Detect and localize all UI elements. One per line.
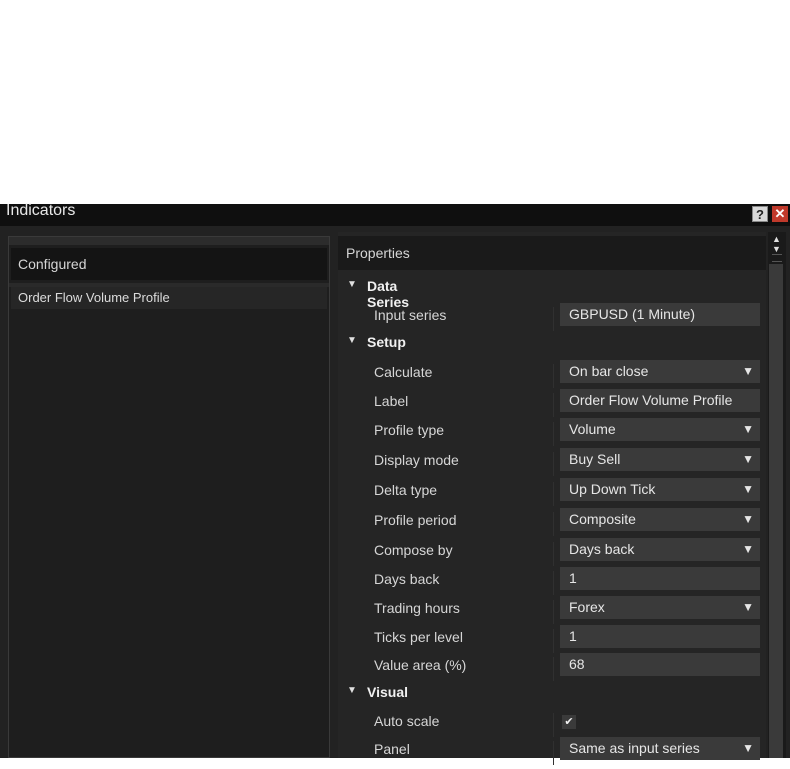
indicators-window: Indicators ? ✕ Configured Order Flow Vol… [0, 202, 790, 765]
profile-type-select[interactable]: Volume ▼ [560, 418, 760, 441]
properties-header: Properties [338, 236, 766, 270]
property-profile-type: Profile type Volume ▼ [338, 418, 766, 450]
category-label: Data Series [367, 278, 410, 310]
properties-scrollbar[interactable]: ▲ ▼ [768, 232, 786, 758]
property-profile-period: Profile period Composite ▼ [338, 508, 766, 540]
divider [553, 713, 554, 737]
field-value: Forex [569, 599, 605, 615]
field-value: Composite [569, 511, 636, 527]
property-panel: Panel Same as input series ▼ [338, 737, 766, 769]
field-value: Order Flow Volume Profile [569, 392, 733, 408]
category-label: Visual [367, 684, 408, 700]
property-label: Profile period [374, 512, 457, 528]
field-value: 68 [569, 656, 585, 672]
field-value: On bar close [569, 363, 649, 379]
divider [553, 452, 554, 476]
property-label: Display mode [374, 452, 459, 468]
chevron-down-icon[interactable]: ▼ [742, 737, 754, 760]
calculate-select[interactable]: On bar close ▼ [560, 360, 760, 383]
property-label: Value area (%) [374, 657, 467, 673]
property-label: Panel [374, 741, 410, 757]
chevron-down-icon[interactable]: ▼ [742, 360, 754, 383]
title-bar: Indicators ? ✕ [0, 202, 790, 226]
divider [553, 542, 554, 566]
divider [553, 600, 554, 624]
configured-item-order-flow-volume-profile[interactable]: Order Flow Volume Profile [11, 287, 327, 309]
label-field[interactable]: Order Flow Volume Profile [560, 389, 760, 412]
category-visual[interactable]: ▼ Visual [338, 684, 766, 713]
field-value: Days back [569, 541, 635, 557]
property-label: Ticks per level [374, 629, 463, 645]
configured-header: Configured [11, 248, 327, 280]
property-label: Trading hours [374, 600, 460, 616]
divider [553, 629, 554, 653]
field-value: Up Down Tick [569, 481, 656, 497]
property-label: Input series [374, 307, 447, 323]
property-input-series: Input series GBPUSD (1 Minute) [338, 303, 766, 335]
days-back-field[interactable]: 1 [560, 567, 760, 590]
field-value: Volume [569, 421, 616, 437]
property-display-mode: Display mode Buy Sell ▼ [338, 448, 766, 480]
trading-hours-select[interactable]: Forex ▼ [560, 596, 760, 619]
input-series-field[interactable]: GBPUSD (1 Minute) [560, 303, 760, 326]
auto-scale-checkbox[interactable]: ✔ [562, 715, 576, 729]
property-value-area: Value area (%) 68 [338, 653, 766, 685]
property-label: Label [374, 393, 409, 409]
field-value: 1 [569, 570, 577, 586]
collapse-arrow-icon[interactable]: ▼ [347, 335, 357, 346]
scroll-up-icon[interactable]: ▲ [772, 234, 781, 244]
property-compose-by: Compose by Days back ▼ [338, 538, 766, 570]
field-value: Same as input series [569, 740, 700, 756]
divider [553, 364, 554, 388]
property-label: Profile type [374, 422, 445, 438]
profile-period-select[interactable]: Composite ▼ [560, 508, 760, 531]
compose-by-select[interactable]: Days back ▼ [560, 538, 760, 561]
scroll-grip-icon[interactable] [772, 254, 782, 262]
divider [553, 657, 554, 681]
property-calculate: Calculate On bar close ▼ [338, 360, 766, 392]
window-title: Indicators [6, 202, 76, 219]
configured-panel: Configured Order Flow Volume Profile [8, 236, 330, 758]
field-value: GBPUSD (1 Minute) [569, 306, 696, 322]
chevron-down-icon[interactable]: ▼ [742, 478, 754, 501]
display-mode-select[interactable]: Buy Sell ▼ [560, 448, 760, 471]
scroll-down-icon[interactable]: ▼ [772, 244, 781, 254]
properties-panel: Properties ▼ Data Series Input series GB… [338, 232, 766, 765]
property-label: Compose by [374, 542, 453, 558]
property-trading-hours: Trading hours Forex ▼ [338, 596, 766, 628]
divider [553, 422, 554, 446]
property-label: Auto scale [374, 713, 440, 729]
divider [553, 393, 554, 417]
chevron-down-icon[interactable]: ▼ [742, 538, 754, 561]
collapse-arrow-icon[interactable]: ▼ [347, 685, 357, 696]
chevron-down-icon[interactable]: ▼ [742, 508, 754, 531]
divider [553, 741, 554, 765]
divider [553, 512, 554, 536]
property-label: Delta type [374, 482, 438, 498]
ticks-per-level-field[interactable]: 1 [560, 625, 760, 648]
collapse-arrow-icon[interactable]: ▼ [347, 279, 357, 290]
close-button[interactable]: ✕ [772, 206, 788, 222]
property-days-back: Days back 1 [338, 567, 766, 599]
value-area-field[interactable]: 68 [560, 653, 760, 676]
divider [553, 482, 554, 506]
chevron-down-icon[interactable]: ▼ [742, 448, 754, 471]
property-label: Days back [374, 571, 440, 587]
property-delta-type: Delta type Up Down Tick ▼ [338, 478, 766, 510]
panel-select[interactable]: Same as input series ▼ [560, 737, 760, 760]
property-label: Calculate [374, 364, 433, 380]
field-value: Buy Sell [569, 451, 621, 467]
field-value: 1 [569, 628, 577, 644]
chevron-down-icon[interactable]: ▼ [742, 596, 754, 619]
divider [553, 571, 554, 595]
scroll-thumb[interactable] [769, 264, 783, 758]
category-label: Setup [367, 334, 406, 350]
chevron-down-icon[interactable]: ▼ [742, 418, 754, 441]
panel-strip [9, 237, 329, 245]
help-button[interactable]: ? [752, 206, 768, 222]
delta-type-select[interactable]: Up Down Tick ▼ [560, 478, 760, 501]
property-label-row: Label Order Flow Volume Profile [338, 389, 766, 421]
divider [553, 307, 554, 331]
category-setup[interactable]: ▼ Setup [338, 334, 766, 363]
